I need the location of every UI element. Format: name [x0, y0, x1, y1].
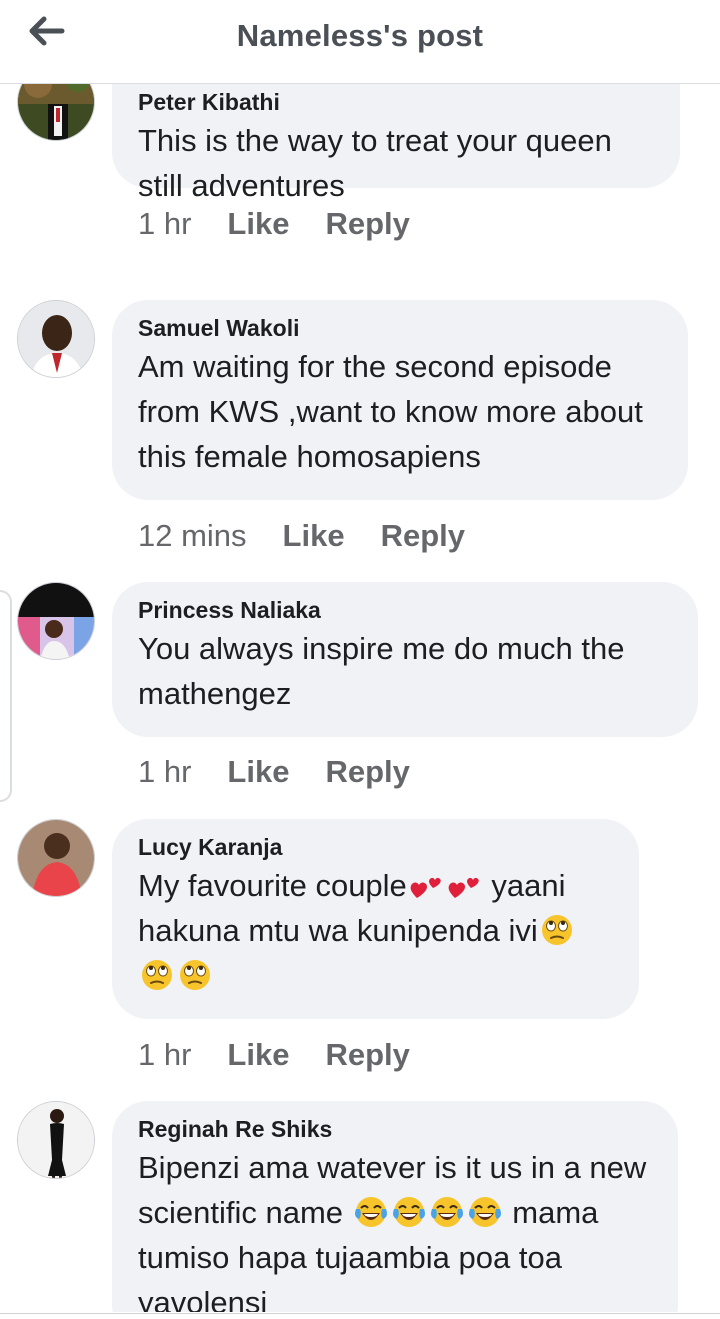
face-with-tears-of-joy-emoji: [392, 1197, 425, 1227]
drag-handle[interactable]: [0, 590, 12, 802]
comment-text: You always inspire me do much the mathen…: [138, 631, 625, 711]
top-bar: Nameless's post: [0, 0, 720, 84]
like-button[interactable]: Like: [227, 204, 289, 244]
avatar[interactable]: [17, 819, 95, 897]
comment-bubble[interactable]: Samuel Wakoli Am waiting for the second …: [112, 300, 688, 500]
like-button[interactable]: Like: [283, 516, 345, 556]
avatar[interactable]: [17, 582, 95, 660]
comments-feed[interactable]: Peter Kibathi This is the way to treat y…: [0, 84, 720, 1312]
comment-bubble[interactable]: Peter Kibathi This is the way to treat y…: [112, 84, 680, 203]
page-title: Nameless's post: [236, 18, 484, 53]
comment-actions: 1 hr Like Reply: [138, 752, 410, 792]
reply-button[interactable]: Reply: [325, 1035, 409, 1075]
bottom-divider: [0, 1313, 720, 1319]
like-button[interactable]: Like: [227, 752, 289, 792]
comment-text: My favourite couple yaani hakuna mtu wa …: [138, 863, 613, 998]
comment-text: This is the way to treat your queen stil…: [138, 123, 612, 203]
face-with-rolling-eyes-emoji: [142, 960, 172, 990]
comment-text: Bipenzi ama watever is it us in a new sc…: [138, 1145, 652, 1312]
two-hearts-emoji: [448, 877, 479, 898]
reply-button[interactable]: Reply: [325, 204, 409, 244]
avatar[interactable]: [17, 84, 95, 141]
reply-button[interactable]: Reply: [325, 752, 409, 792]
face-with-rolling-eyes-emoji: [541, 915, 572, 945]
face-with-tears-of-joy-emoji: [468, 1197, 501, 1227]
comment-author[interactable]: Samuel Wakoli: [138, 314, 662, 342]
comment-bubble[interactable]: Princess Naliaka You always inspire me d…: [112, 582, 698, 737]
comment-text: Am waiting for the second episode from K…: [138, 349, 643, 474]
comment-author[interactable]: Princess Naliaka: [138, 596, 672, 624]
avatar[interactable]: [17, 300, 95, 378]
comment-author[interactable]: Reginah Re Shiks: [138, 1115, 652, 1143]
comment-time[interactable]: 12 mins: [138, 516, 247, 556]
comment-time[interactable]: 1 hr: [138, 204, 191, 244]
comment-time[interactable]: 1 hr: [138, 1035, 191, 1075]
comment-actions: 1 hr Like Reply: [138, 1035, 410, 1075]
two-hearts-emoji: [410, 877, 441, 898]
comment-time[interactable]: 1 hr: [138, 752, 191, 792]
reply-button[interactable]: Reply: [381, 516, 465, 556]
face-with-tears-of-joy-emoji: [354, 1197, 387, 1227]
avatar[interactable]: [17, 1101, 95, 1179]
face-with-tears-of-joy-emoji: [430, 1197, 463, 1227]
comment-author[interactable]: Peter Kibathi: [138, 88, 654, 116]
face-with-rolling-eyes-emoji: [180, 960, 210, 990]
comment-text-part: My favourite couple: [138, 868, 407, 903]
comment-bubble[interactable]: Reginah Re Shiks Bipenzi ama watever is …: [112, 1101, 678, 1312]
comment-bubble[interactable]: Lucy Karanja My favourite couple yaani h…: [112, 819, 639, 1019]
like-button[interactable]: Like: [227, 1035, 289, 1075]
comment-author[interactable]: Lucy Karanja: [138, 833, 613, 861]
comment-actions: 1 hr Like Reply: [138, 204, 410, 244]
comment-actions: 12 mins Like Reply: [138, 516, 465, 556]
